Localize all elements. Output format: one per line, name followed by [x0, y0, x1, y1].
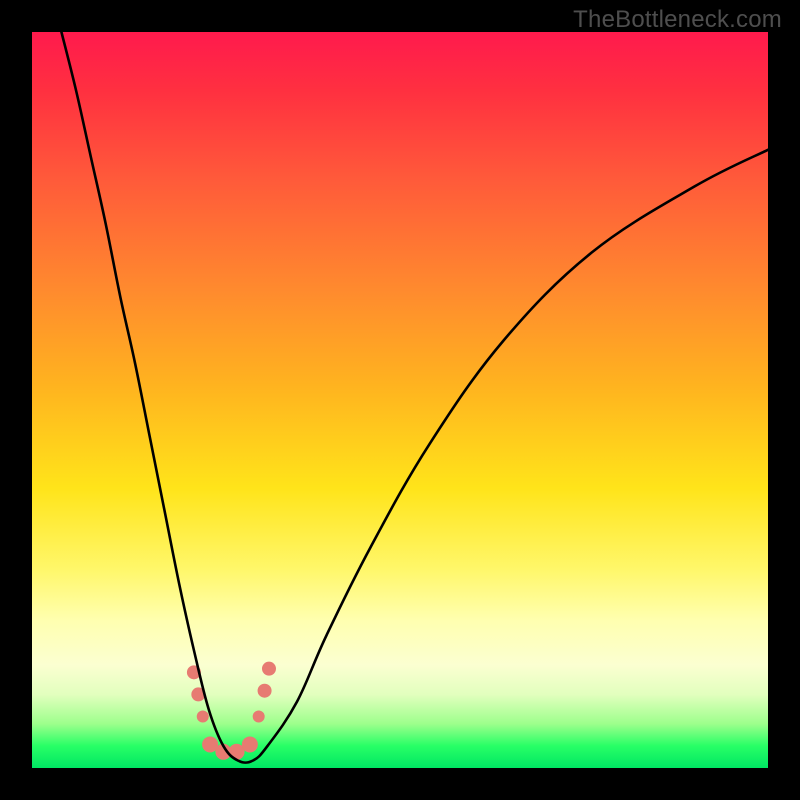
- data-marker: [258, 684, 272, 698]
- data-marker: [262, 662, 276, 676]
- chart-frame: TheBottleneck.com: [0, 0, 800, 800]
- bottleneck-curve: [61, 32, 768, 763]
- data-marker: [197, 710, 209, 722]
- data-marker: [242, 736, 258, 752]
- watermark-text: TheBottleneck.com: [573, 6, 782, 34]
- chart-svg: [32, 32, 768, 768]
- plot-area: [32, 32, 768, 768]
- data-marker: [253, 710, 265, 722]
